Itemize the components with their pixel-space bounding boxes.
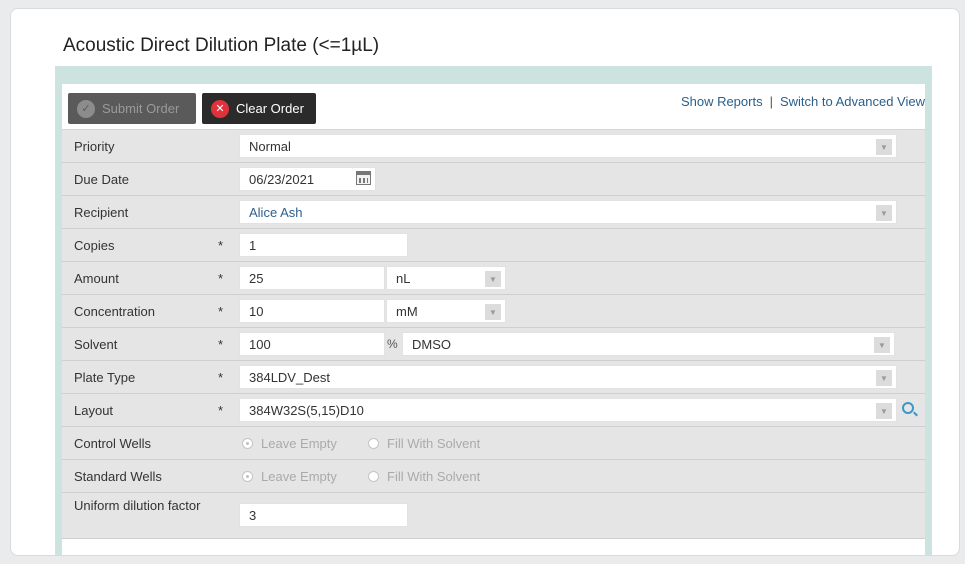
dropdown-arrow-icon: ▼ (876, 403, 892, 419)
dropdown-arrow-icon: ▼ (485, 271, 501, 287)
required-marker: * (218, 403, 224, 418)
control-wells-leave-empty-radio[interactable]: Leave Empty (242, 436, 337, 451)
dropdown-arrow-icon: ▼ (485, 304, 501, 320)
control-wells-fill-solvent-radio[interactable]: Fill With Solvent (368, 436, 480, 451)
control-wells-option1: Leave Empty (261, 436, 337, 451)
uniform-dilution-value: 3 (249, 508, 257, 523)
dropdown-arrow-icon: ▼ (876, 205, 892, 221)
due-date-value: 06/23/2021 (249, 172, 315, 187)
order-card: Acoustic Direct Dilution Plate (<=1µL) ✓… (10, 8, 960, 556)
copies-label: Copies (74, 238, 115, 253)
switch-advanced-view-link[interactable]: Switch to Advanced View (780, 94, 925, 109)
plate-type-value: 384LDV_Dest (249, 370, 330, 385)
priority-value: Normal (249, 139, 291, 154)
page-title: Acoustic Direct Dilution Plate (<=1µL) (63, 35, 380, 56)
copies-input[interactable]: 1 (239, 233, 408, 257)
percent-sign: % (387, 337, 398, 351)
order-form: ✓ Submit Order ✕ Clear Order Show Report… (62, 84, 925, 555)
show-reports-link[interactable]: Show Reports (681, 94, 763, 109)
solvent-label: Solvent (74, 337, 118, 352)
standard-wells-row: Standard Wells Leave Empty Fill With Sol… (62, 460, 925, 493)
standard-wells-option2: Fill With Solvent (387, 469, 481, 484)
plate-type-row: Plate Type * 384LDV_Dest ▼ (62, 361, 925, 394)
concentration-unit-value: mM (396, 304, 418, 319)
uniform-dilution-label: Uniform dilution factor (74, 498, 201, 513)
recipient-value: Alice Ash (249, 205, 303, 220)
layout-row: Layout * 384W32S(5,15)D10 ▼ (62, 394, 925, 427)
uniform-dilution-input[interactable]: 3 (239, 503, 408, 527)
plate-type-label: Plate Type (74, 370, 136, 385)
standard-wells-label: Standard Wells (74, 469, 162, 484)
due-date-row: Due Date 06/23/2021 (62, 163, 925, 196)
layout-value: 384W32S(5,15)D10 (249, 403, 364, 418)
dropdown-arrow-icon: ▼ (876, 370, 892, 386)
layout-label: Layout (74, 403, 114, 418)
order-panel: ✓ Submit Order ✕ Clear Order Show Report… (55, 66, 932, 555)
required-marker: * (218, 304, 224, 319)
solvent-row: Solvent * 100 % DMSO ▼ (62, 328, 925, 361)
recipient-label: Recipient (74, 205, 129, 220)
control-wells-label: Control Wells (74, 436, 152, 451)
required-marker: * (218, 271, 224, 286)
required-marker: * (218, 238, 224, 253)
dropdown-arrow-icon: ▼ (876, 139, 892, 155)
uniform-dilution-row: Uniform dilution factor 3 (62, 493, 925, 539)
amount-value: 25 (249, 271, 264, 286)
clear-order-label: Clear Order (236, 101, 304, 116)
priority-label: Priority (74, 139, 115, 154)
required-marker: * (218, 337, 224, 352)
copies-value: 1 (249, 238, 257, 253)
priority-row: Priority Normal ▼ (62, 130, 925, 163)
calendar-icon[interactable] (356, 171, 371, 185)
concentration-label: Concentration (74, 304, 155, 319)
radio-selected-icon (242, 438, 253, 449)
plate-type-select[interactable]: 384LDV_Dest ▼ (239, 365, 897, 389)
clear-x-icon: ✕ (211, 99, 229, 118)
amount-input[interactable]: 25 (239, 266, 385, 290)
standard-wells-option1: Leave Empty (261, 469, 337, 484)
control-wells-row: Control Wells Leave Empty Fill With Solv… (62, 427, 925, 460)
clear-order-button[interactable]: ✕ Clear Order (202, 93, 316, 124)
priority-select[interactable]: Normal ▼ (239, 134, 897, 158)
solvent-percent-value: 100 (249, 337, 271, 352)
radio-selected-icon (242, 471, 253, 482)
control-wells-option2: Fill With Solvent (387, 436, 481, 451)
check-icon: ✓ (77, 99, 95, 118)
solvent-select[interactable]: DMSO ▼ (402, 332, 895, 356)
recipient-select[interactable]: Alice Ash ▼ (239, 200, 897, 224)
dropdown-arrow-icon: ▼ (874, 337, 890, 353)
amount-unit-value: nL (396, 271, 411, 286)
layout-select[interactable]: 384W32S(5,15)D10 ▼ (239, 398, 897, 422)
standard-wells-leave-empty-radio[interactable]: Leave Empty (242, 469, 337, 484)
solvent-percent-input[interactable]: 100 (239, 332, 385, 356)
recipient-row: Recipient Alice Ash ▼ (62, 196, 925, 229)
due-date-label: Due Date (74, 172, 129, 187)
search-icon[interactable] (902, 402, 914, 414)
top-links: Show Reports | Switch to Advanced View (681, 94, 925, 109)
radio-unselected-icon (368, 471, 379, 482)
concentration-row: Concentration * 10 mM ▼ (62, 295, 925, 328)
concentration-input[interactable]: 10 (239, 299, 385, 323)
amount-unit-select[interactable]: nL ▼ (386, 266, 506, 290)
submit-order-button[interactable]: ✓ Submit Order (68, 93, 196, 124)
concentration-value: 10 (249, 304, 264, 319)
concentration-unit-select[interactable]: mM ▼ (386, 299, 506, 323)
solvent-name-value: DMSO (412, 337, 451, 352)
amount-label: Amount (74, 271, 119, 286)
radio-unselected-icon (368, 438, 379, 449)
required-marker: * (218, 370, 224, 385)
toolbar: ✓ Submit Order ✕ Clear Order Show Report… (62, 84, 925, 130)
copies-row: Copies * 1 (62, 229, 925, 262)
link-separator: | (769, 94, 773, 109)
submit-order-label: Submit Order (102, 101, 180, 116)
amount-row: Amount * 25 nL ▼ (62, 262, 925, 295)
standard-wells-fill-solvent-radio[interactable]: Fill With Solvent (368, 469, 480, 484)
